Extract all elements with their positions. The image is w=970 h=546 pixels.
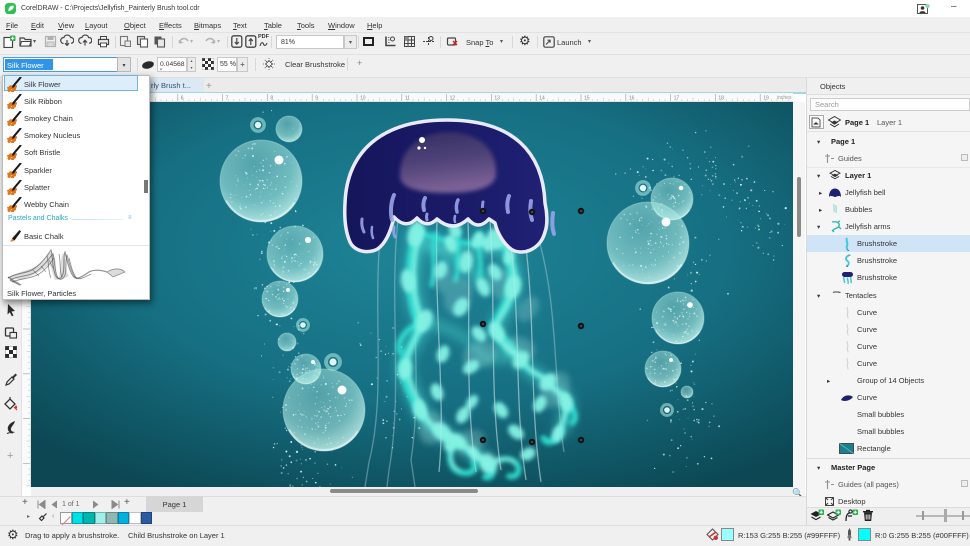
svg-text:15: 15 [584,96,590,102]
svg-text:13: 13 [494,96,500,102]
svg-text:19: 19 [763,96,769,102]
svg-text:14: 14 [539,96,545,102]
svg-text:10: 10 [360,96,366,102]
svg-text:12: 12 [450,96,456,102]
svg-text:18: 18 [718,96,724,102]
svg-text:17: 17 [674,96,680,102]
svg-text:16: 16 [629,96,635,102]
